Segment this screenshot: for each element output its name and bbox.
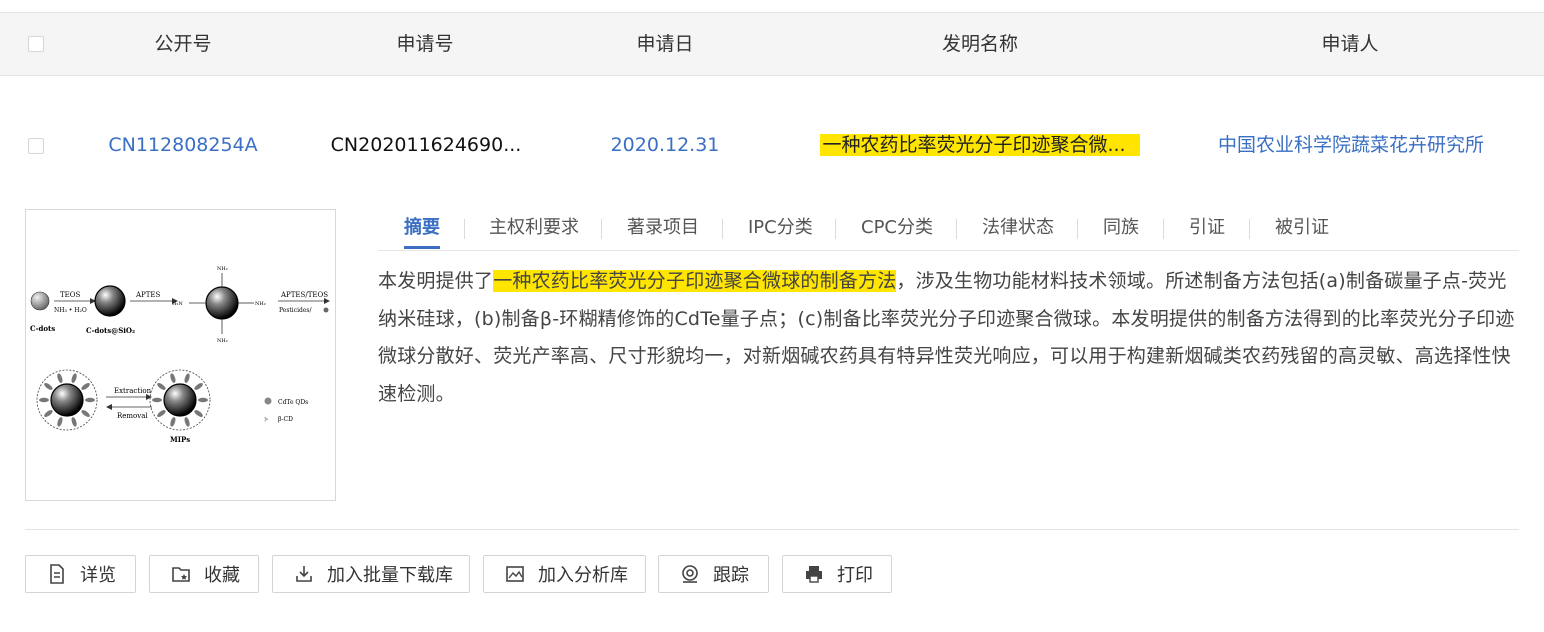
tab-bibliographic[interactable]: 著录项目: [627, 209, 699, 249]
table-header: 公开号 申请号 申请日 发明名称 申请人: [0, 12, 1544, 76]
add-analysis-label: 加入分析库: [538, 565, 628, 586]
svg-text:NH₂: NH₂: [217, 266, 228, 272]
abstract-text: 本发明提供了一种农药比率荧光分子印迹聚合微球的制备方法，涉及生物功能材料技术领域…: [378, 263, 1523, 413]
download-icon: [296, 566, 312, 582]
cd-petal: [71, 417, 77, 427]
abstract-figure[interactable]: C-dots TEOS NH₃ • H₂O C-dots@SiO₂ APTES …: [25, 209, 336, 501]
publication-no-link[interactable]: CN112808254A: [100, 130, 266, 160]
section-divider: [25, 529, 1519, 530]
svg-text:⊱: ⊱: [264, 416, 269, 423]
header-publication-no: 公开号: [154, 33, 212, 55]
header-application-no: 申请号: [396, 33, 454, 55]
cd-petal: [44, 410, 53, 417]
invention-title-link[interactable]: 一种农药比率荧光分子印迹聚合微...: [810, 130, 1150, 160]
detail-label: 详览: [80, 565, 116, 586]
cd-petal: [57, 373, 63, 383]
folder-star-icon: [172, 567, 190, 582]
cd-petal: [184, 417, 190, 427]
extraction-label: Extraction: [114, 387, 152, 395]
add-analysis-button[interactable]: 加入分析库: [483, 555, 646, 593]
header-applicant: 申请人: [1321, 33, 1379, 55]
chart-image-icon: [506, 566, 524, 582]
tab-abstract[interactable]: 摘要: [404, 209, 440, 249]
tab-ipc[interactable]: IPC分类: [748, 209, 813, 249]
abstract-prefix: 本发明提供了: [378, 270, 494, 292]
tab-main-claim[interactable]: 主权利要求: [489, 209, 579, 249]
tab-family[interactable]: 同族: [1103, 209, 1139, 249]
applicant-link[interactable]: 中国农业科学院蔬菜花卉研究所: [1200, 130, 1502, 160]
cd-petal: [157, 383, 166, 390]
header-application-date: 申请日: [636, 33, 694, 55]
pesticides-label: Pesticides/: [279, 307, 312, 314]
tab-cpc[interactable]: CPC分类: [861, 209, 933, 249]
legend-cdte: CdTe QDs: [278, 399, 308, 406]
document-icon: [50, 564, 64, 584]
application-no: CN202011624690...: [330, 134, 522, 156]
detail-button[interactable]: 详览: [25, 555, 136, 593]
favorite-button[interactable]: 收藏: [149, 555, 259, 593]
mips-label: MIPs: [170, 435, 190, 444]
mip-right: [149, 369, 211, 431]
cd-petal: [198, 397, 208, 403]
printer-icon: [806, 566, 822, 583]
tab-cited-by[interactable]: 被引证: [1275, 209, 1329, 249]
row-checkbox[interactable]: [28, 138, 44, 154]
cdots-sio2-sphere: [94, 285, 126, 317]
tab-legal-status[interactable]: 法律状态: [982, 209, 1054, 249]
svg-text:H₂N: H₂N: [172, 301, 183, 307]
print-label: 打印: [837, 565, 873, 586]
cd-petal: [39, 397, 49, 403]
print-button[interactable]: 打印: [782, 555, 892, 593]
cd-petal: [81, 410, 90, 417]
track-button[interactable]: 跟踪: [658, 555, 769, 593]
nh3h2o-label: NH₃ • H₂O: [54, 307, 87, 314]
svg-text:NH₂: NH₂: [217, 338, 228, 344]
cdots-label: C-dots: [30, 324, 55, 333]
header-invention-title: 发明名称: [941, 33, 1018, 55]
cdots-sio2-label: C-dots@SiO₂: [86, 326, 135, 335]
cd-petal: [194, 383, 203, 390]
removal-label: Removal: [117, 412, 148, 420]
mip-left: [36, 369, 98, 431]
cd-petal: [71, 373, 77, 383]
cd-petal: [170, 373, 176, 383]
cd-petal: [44, 383, 53, 390]
cd-petal: [85, 397, 95, 403]
cd-petal: [184, 373, 190, 383]
tracking-icon: [682, 565, 698, 583]
cd-petal: [81, 383, 90, 390]
aptes-label: APTES: [135, 291, 161, 299]
application-date: 2020.12.31: [610, 134, 720, 156]
batch-download-button[interactable]: 加入批量下载库: [272, 555, 470, 593]
detail-tabs: 摘要 主权利要求 著录项目 IPC分类 CPC分类 法律状态 同族 引证 被引证: [378, 209, 1519, 251]
cd-petal: [152, 397, 162, 403]
legend-cd: β-CD: [278, 416, 293, 423]
abstract-highlight: 一种农药比率荧光分子印迹聚合微球的制备方法: [493, 270, 897, 292]
cd-petal: [57, 417, 63, 427]
invention-title-text: 一种农药比率荧光分子印迹聚合微...: [820, 134, 1140, 156]
tab-citations[interactable]: 引证: [1189, 209, 1225, 249]
aptes-teos-label: APTES/TEOS: [280, 291, 328, 299]
select-all-checkbox[interactable]: [28, 36, 44, 52]
cdots-sphere: [30, 291, 50, 311]
cd-petal: [157, 410, 166, 417]
scheme-diagram: C-dots TEOS NH₃ • H₂O C-dots@SiO₂ APTES …: [30, 266, 330, 444]
teos-label: TEOS: [60, 291, 81, 299]
cd-petal: [170, 417, 176, 427]
favorite-label: 收藏: [204, 565, 240, 586]
batch-download-label: 加入批量下载库: [327, 565, 453, 586]
track-label: 跟踪: [713, 565, 749, 586]
aminated-sphere: [205, 286, 239, 320]
cd-petal: [194, 410, 203, 417]
svg-text:NH₂: NH₂: [255, 301, 266, 307]
